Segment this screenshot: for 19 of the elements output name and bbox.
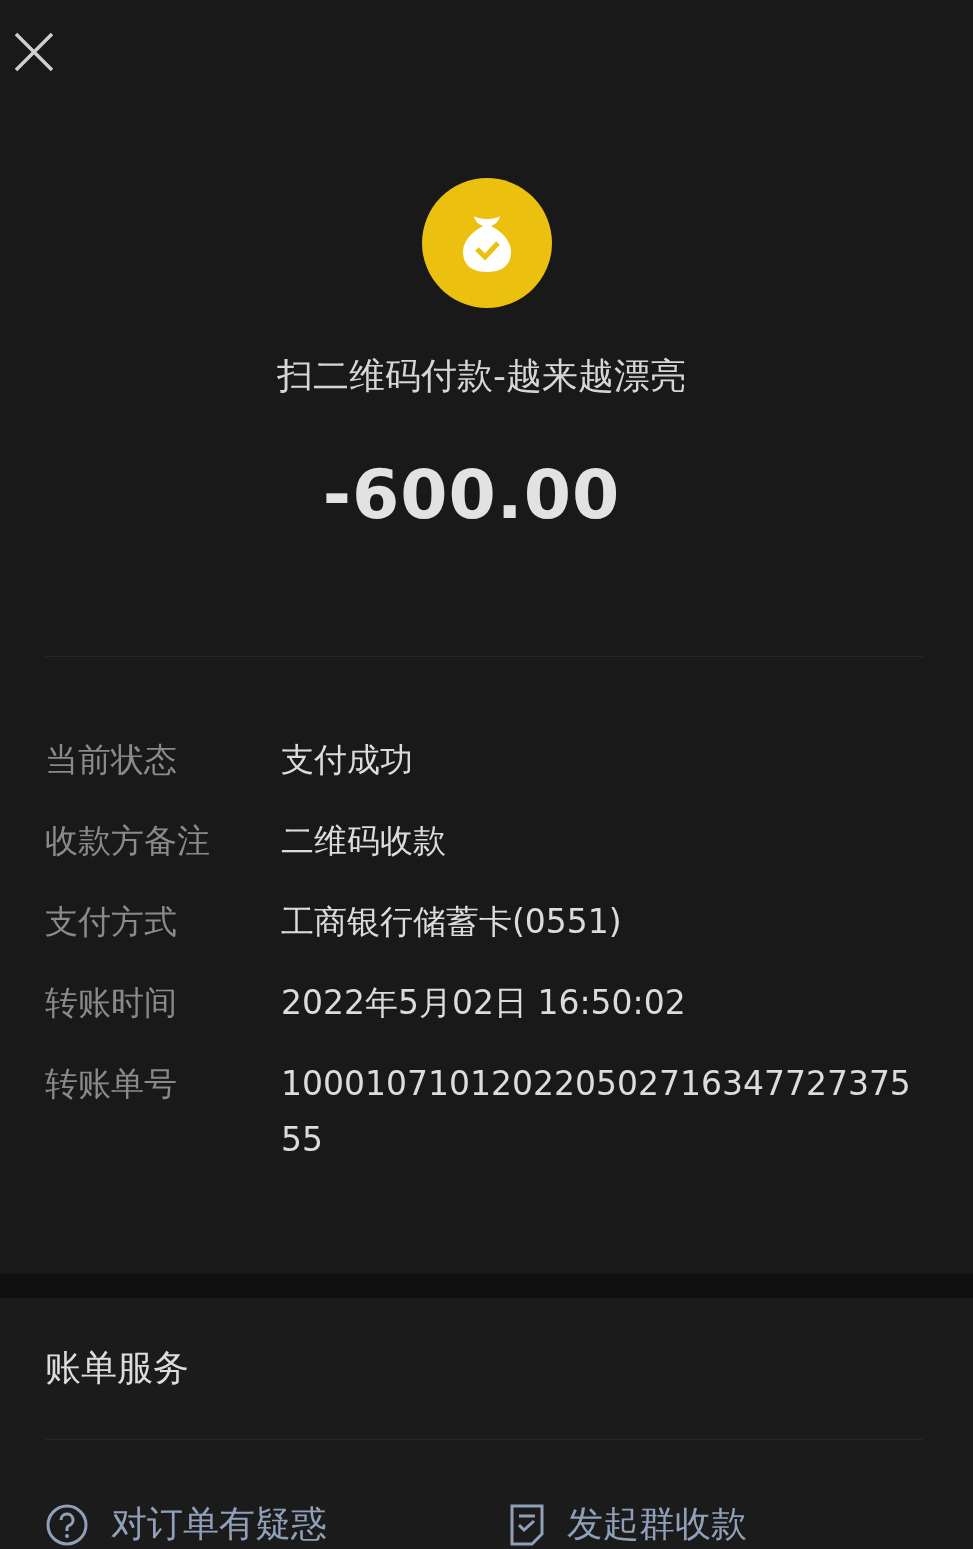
money-bag-icon [421, 178, 552, 308]
detail-label: 转账单号 [45, 1063, 178, 1105]
detail-label: 支付方式 [45, 901, 178, 943]
document-check-icon [509, 1502, 545, 1547]
question-icon [45, 1502, 89, 1547]
detail-value: 2022年5月02日 16:50:02 [281, 982, 687, 1024]
detail-label: 转账时间 [45, 982, 178, 1024]
service-link[interactable]: 对订单有疑惑 [45, 1500, 509, 1549]
detail-value: 支付成功 [281, 739, 414, 781]
detail-label: 当前状态 [45, 739, 178, 781]
payment-title: 扫二维码付款-越来越漂亮 [276, 354, 687, 398]
detail-label: 收款方备注 [45, 820, 211, 862]
payment-amount: -600.00 [321, 455, 622, 534]
section-title: 账单服务 [45, 1346, 190, 1390]
service-link[interactable]: 发起群收款 [509, 1500, 973, 1549]
detail-value: 工商银行储蓄卡(0551) [281, 901, 623, 943]
close-button[interactable] [12, 32, 56, 72]
detail-value: 二维码收款 [281, 820, 447, 862]
detail-value: 10001071012022050271634772737555 [281, 1063, 912, 1161]
